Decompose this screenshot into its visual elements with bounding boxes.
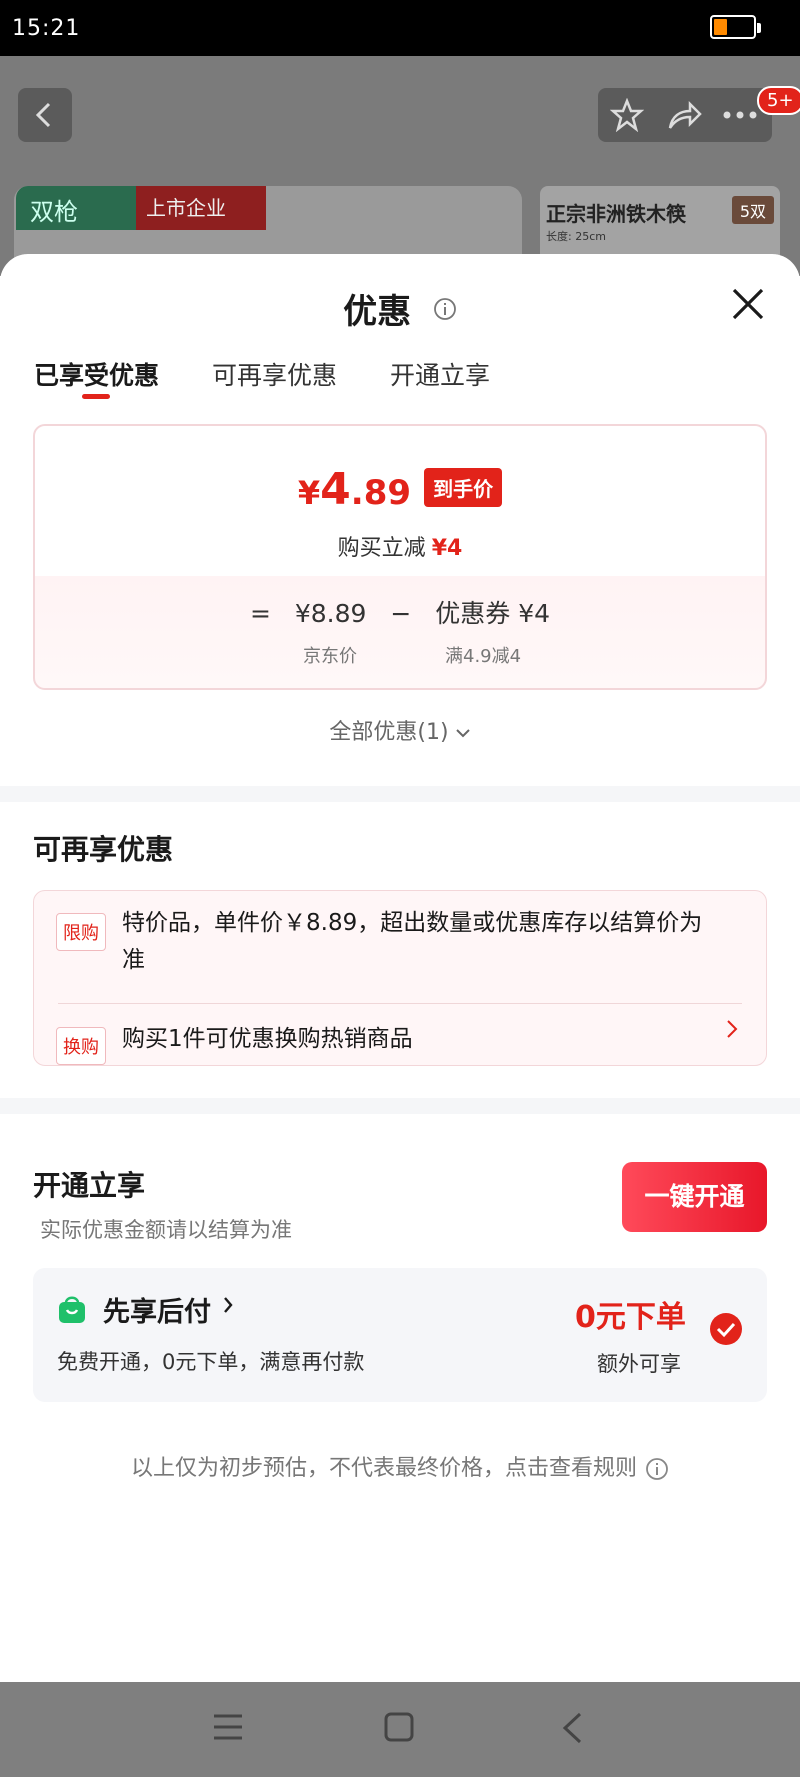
pay-later-card[interactable]: 先享后付 免费开通，0元下单，满意再付款 0元下单 额外可享 xyxy=(33,1268,767,1402)
offers-sheet: 优惠 已享受优惠 可再享优惠 开通立享 ¥4.89 到手价 购买立减 ¥4 = ¥… xyxy=(0,254,800,1682)
info-icon xyxy=(646,1458,668,1480)
exchange-offer-text: 购买1件可优惠换购热销商品 xyxy=(122,1026,413,1052)
notification-badge: 5+ xyxy=(757,86,800,115)
rules-link[interactable]: 以上仅为初步预估，不代表最终价格，点击查看规则 xyxy=(0,1450,800,1482)
tab-open[interactable]: 开通立享 xyxy=(390,356,490,392)
section-divider xyxy=(0,786,800,802)
reduce-value: ¥4 xyxy=(431,536,463,561)
price-dec: .89 xyxy=(350,473,412,513)
menu-icon[interactable] xyxy=(212,1712,244,1742)
back-icon[interactable] xyxy=(560,1712,584,1744)
pay-later-title: 先享后付 xyxy=(103,1297,211,1328)
reduce-line: 购买立减 ¥4 xyxy=(35,530,765,562)
product-title: 正宗非洲铁木筷 xyxy=(546,202,686,226)
checkbox-checked-icon[interactable] xyxy=(709,1312,743,1346)
extra-benefit-label: 额外可享 xyxy=(597,1352,681,1376)
more-offers-card: 限购 特价品，单件价￥8.89，超出数量或优惠库存以结算价为 准 换购 购买1件… xyxy=(33,890,767,1066)
more-icon xyxy=(723,111,757,119)
offer-separator xyxy=(58,1003,742,1004)
disclaimer-text: 以上仅为初步预估，不代表最终价格，点击查看规则 xyxy=(130,1456,637,1481)
chevron-down-icon xyxy=(455,729,470,738)
share-icon xyxy=(668,100,702,129)
back-chevron-icon xyxy=(35,102,51,128)
brand-tag: 上市企业 xyxy=(136,186,266,230)
price-currency: ¥ xyxy=(297,474,321,512)
system-nav-bar xyxy=(0,1682,800,1777)
coupon-value: 优惠券 ¥4 xyxy=(435,599,551,628)
shopping-bag-icon xyxy=(59,1296,85,1323)
tab-more[interactable]: 可再享优惠 xyxy=(212,356,337,392)
star-icon xyxy=(610,98,644,132)
pay-later-desc: 免费开通，0元下单，满意再付款 xyxy=(57,1350,365,1374)
formula-minus: − xyxy=(390,599,412,628)
product-pair: 5双 xyxy=(731,196,774,224)
all-offers-toggle[interactable]: 全部优惠(1) xyxy=(0,714,800,746)
limit-offer-text: 特价品，单件价￥8.89，超出数量或优惠库存以结算价为 准 xyxy=(122,905,752,979)
limit-tag: 限购 xyxy=(56,913,106,951)
coupon-rule: 满4.9减4 xyxy=(445,646,522,667)
chevron-right-icon xyxy=(727,1020,738,1038)
limit-offer-line1: 特价品，单件价￥8.89，超出数量或优惠库存以结算价为 xyxy=(122,910,703,936)
brand-banner: 双枪 上市企业 xyxy=(16,186,266,230)
exchange-tag: 换购 xyxy=(56,1027,106,1065)
home-icon[interactable] xyxy=(384,1712,414,1742)
final-price-tag: 到手价 xyxy=(424,468,503,507)
tab-enjoyed[interactable]: 已享受优惠 xyxy=(34,356,159,392)
price-card: ¥4.89 到手价 购买立减 ¥4 = ¥8.89 − 优惠券 ¥4 京东价 满4… xyxy=(33,424,767,690)
jd-price-label: 京东价 xyxy=(303,646,357,667)
brand-logo: 双枪 xyxy=(30,198,78,226)
reduce-label: 购买立减 xyxy=(337,536,426,561)
final-price: ¥4.89 到手价 xyxy=(35,464,765,515)
price-formula: = ¥8.89 − 优惠券 ¥4 xyxy=(35,594,765,630)
one-click-open-button[interactable]: 一键开通 xyxy=(622,1162,767,1232)
tab-indicator xyxy=(82,394,110,399)
sheet-title: 优惠 xyxy=(343,292,412,332)
back-button xyxy=(18,88,72,142)
top-actions xyxy=(598,88,772,142)
status-time: 15:21 xyxy=(12,16,81,41)
info-icon[interactable] xyxy=(433,297,457,321)
battery-icon xyxy=(710,15,761,39)
limit-offer-line2: 准 xyxy=(122,947,145,973)
formula-equals: = xyxy=(249,599,271,628)
zero-order-label: 0元下单 xyxy=(575,1300,686,1335)
open-title: 开通立享 xyxy=(33,1169,146,1202)
more-offers-title: 可再享优惠 xyxy=(33,833,174,866)
background-product-page: 5+ 双枪 上市企业 正宗非洲铁木筷 5双 长度: 25cm xyxy=(0,56,800,276)
jd-price: ¥8.89 xyxy=(294,599,367,628)
all-offers-label: 全部优惠(1) xyxy=(329,720,449,745)
status-bar: 15:21 xyxy=(0,0,800,56)
product-length: 长度: 25cm xyxy=(546,230,606,243)
section-divider xyxy=(0,1098,800,1114)
close-icon[interactable] xyxy=(726,282,770,326)
price-int: 4 xyxy=(320,464,351,515)
chevron-right-icon xyxy=(224,1297,233,1313)
open-subtitle: 实际优惠金额请以结算为准 xyxy=(40,1218,292,1242)
sheet-header: 优惠 xyxy=(0,284,800,333)
